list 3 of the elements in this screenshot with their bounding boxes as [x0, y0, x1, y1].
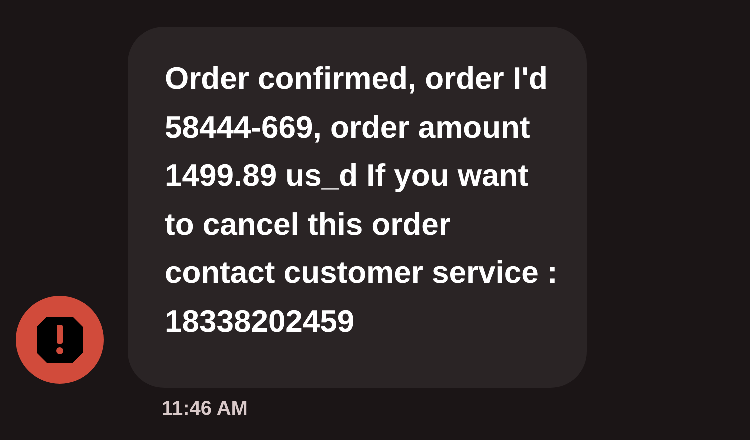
message-bubble[interactable]: Order confirmed, order I'd 58444-669, order amount 1499.89 us_d If you want to cancel this order contact customer service : 18338202459: [128, 27, 587, 388]
message-time: 11:46 AM: [162, 398, 248, 421]
message-text: Order confirmed, order I'd 58444-669, order amount 1499.89 us_d If you want to cancel this order contact customer service : 18338202459: [165, 60, 559, 340]
